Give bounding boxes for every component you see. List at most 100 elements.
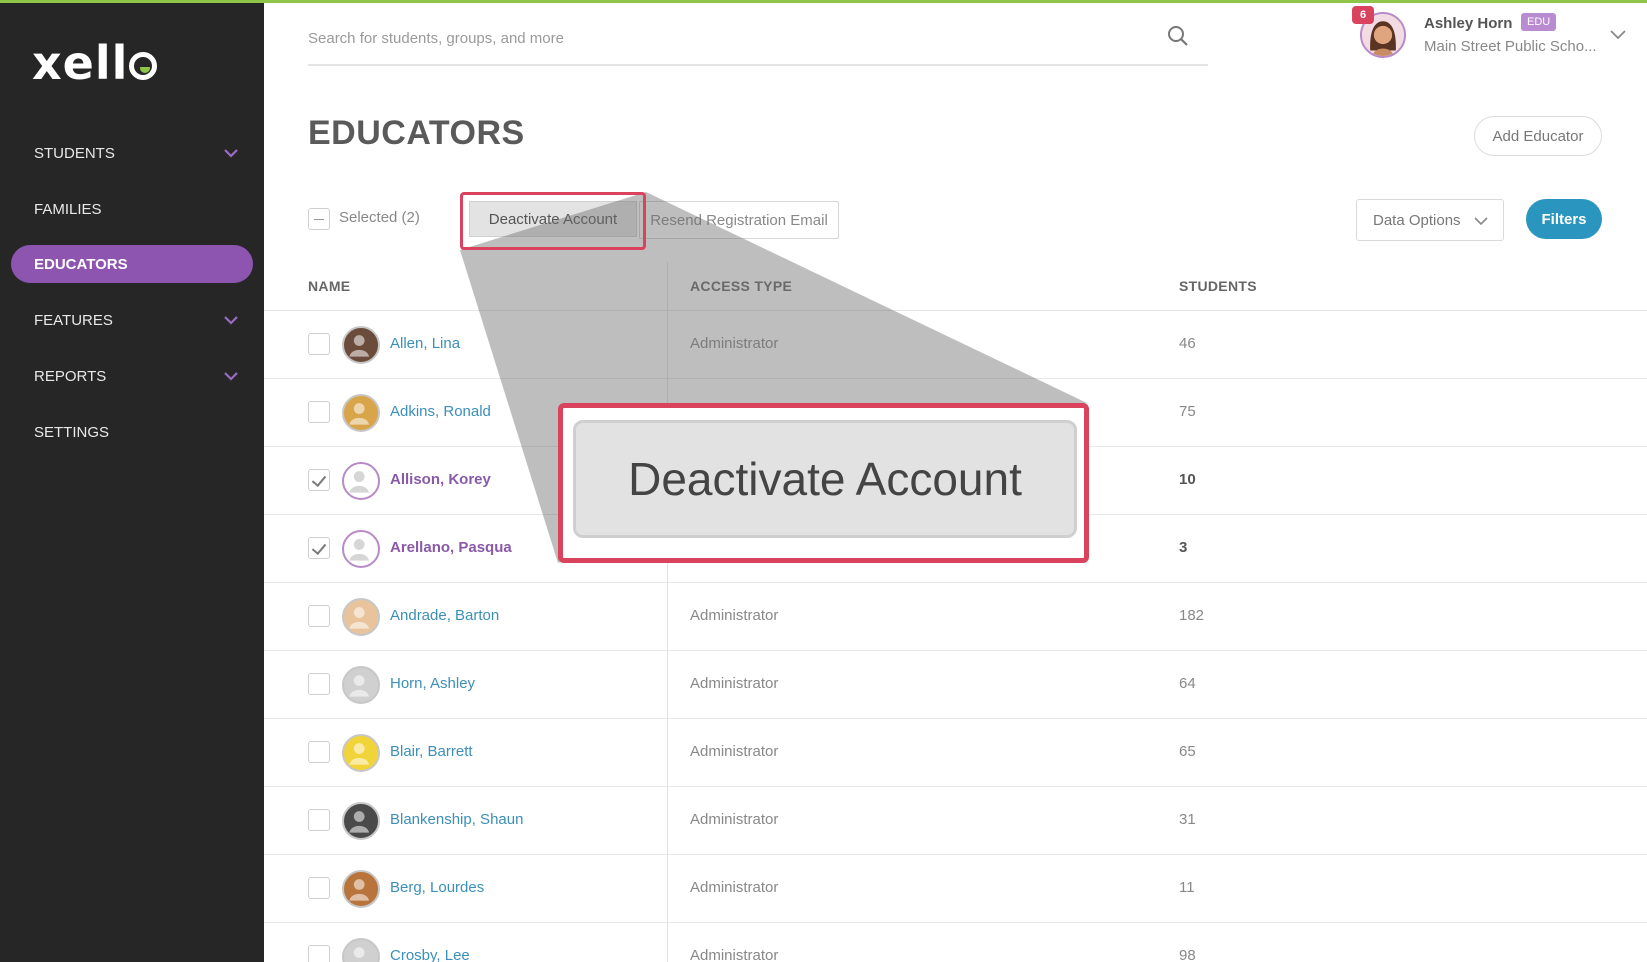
row-checkbox[interactable]: [308, 741, 330, 763]
person-icon: [353, 947, 365, 962]
user-name: Ashley Horn: [1424, 15, 1513, 32]
person-icon: [349, 335, 370, 357]
school-name: Main Street Public Scho...: [1424, 38, 1597, 55]
student-count: 182: [1179, 607, 1205, 624]
student-count: 75: [1179, 403, 1196, 420]
table-row[interactable]: Crosby, Lee Administrator 98: [264, 923, 1647, 962]
page-title: EDUCATORS: [308, 114, 525, 152]
table-row[interactable]: Blankenship, Shaun Administrator 31: [264, 787, 1647, 855]
student-count: 46: [1179, 335, 1196, 352]
access-type: Administrator: [690, 811, 779, 828]
column-header-name[interactable]: NAME: [308, 278, 350, 294]
sidebar-item-label: STUDENTS: [34, 144, 115, 162]
resend-registration-email-button[interactable]: Resend Registration Email: [639, 201, 839, 239]
table-header: NAME ACCESS TYPE STUDENTS: [264, 262, 1647, 311]
sidebar-item-students[interactable]: STUDENTS: [11, 134, 253, 172]
educator-name-link[interactable]: Allen, Lina: [390, 335, 460, 352]
chevron-down-icon[interactable]: [1608, 24, 1628, 44]
educator-name-link[interactable]: Arellano, Pasqua: [390, 539, 512, 556]
select-all-checkbox[interactable]: [308, 208, 330, 230]
filters-button[interactable]: Filters: [1526, 199, 1602, 239]
access-type: Administrator: [690, 947, 779, 962]
row-checkbox[interactable]: [308, 809, 330, 831]
sidebar-item-reports[interactable]: REPORTS: [11, 357, 253, 395]
table-row[interactable]: Allen, Lina Administrator 46: [264, 311, 1647, 379]
sidebar-item-features[interactable]: FEATURES: [11, 301, 253, 339]
access-type: Administrator: [690, 335, 779, 352]
row-checkbox[interactable]: [308, 537, 330, 559]
logo-o-mark: [129, 52, 158, 80]
data-options-dropdown[interactable]: Data Options: [1356, 199, 1504, 241]
user-menu[interactable]: 6 Ashley Horn EDU Main Street Public Sch…: [1352, 6, 1630, 62]
selected-count: Selected (2): [339, 209, 420, 226]
avatar: [342, 802, 380, 840]
row-checkbox[interactable]: [308, 401, 330, 423]
avatar: [342, 734, 380, 772]
avatar: [342, 598, 380, 636]
top-accent-line: [0, 0, 1647, 3]
educator-name-link[interactable]: Allison, Korey: [390, 471, 491, 488]
search-icon[interactable]: [1166, 24, 1190, 48]
educator-name-link[interactable]: Blankenship, Shaun: [390, 811, 523, 828]
avatar: [342, 938, 380, 962]
person-icon: [349, 539, 370, 561]
chevron-down-icon: [1474, 217, 1488, 226]
educator-name-link[interactable]: Blair, Barrett: [390, 743, 473, 760]
xello-logo[interactable]: xell: [32, 36, 158, 90]
avatar: [342, 462, 380, 500]
search-input[interactable]: [308, 24, 1148, 52]
row-checkbox[interactable]: [308, 605, 330, 627]
data-options-label: Data Options: [1373, 211, 1461, 229]
avatar: [342, 870, 380, 908]
row-checkbox[interactable]: [308, 673, 330, 695]
person-icon: [349, 607, 370, 629]
educator-name-link[interactable]: Berg, Lourdes: [390, 879, 484, 896]
person-icon: [349, 879, 370, 901]
sidebar-item-educators[interactable]: EDUCATORS: [11, 245, 253, 283]
chevron-down-icon: [224, 372, 238, 381]
avatar: [342, 666, 380, 704]
row-checkbox[interactable]: [308, 877, 330, 899]
student-count: 64: [1179, 675, 1196, 692]
sidebar-item-label: FEATURES: [34, 311, 113, 329]
column-header-students[interactable]: STUDENTS: [1179, 278, 1257, 294]
student-count: 65: [1179, 743, 1196, 760]
educator-name-link[interactable]: Horn, Ashley: [390, 675, 475, 692]
sidebar-item-families[interactable]: FAMILIES: [11, 190, 253, 228]
sidebar-item-settings[interactable]: SETTINGS: [11, 413, 253, 451]
deactivate-account-button[interactable]: Deactivate Account: [469, 201, 637, 237]
student-count: 3: [1179, 539, 1188, 556]
row-checkbox[interactable]: [308, 469, 330, 491]
row-checkbox[interactable]: [308, 945, 330, 962]
person-icon: [349, 403, 370, 425]
row-checkbox[interactable]: [308, 333, 330, 355]
avatar: [342, 394, 380, 432]
table-row[interactable]: Berg, Lourdes Administrator 11: [264, 855, 1647, 923]
zoomed-deactivate-account-button: Deactivate Account: [573, 420, 1077, 538]
student-count: 10: [1179, 471, 1196, 488]
sidebar-item-label: SETTINGS: [34, 423, 110, 441]
student-count: 11: [1179, 879, 1195, 896]
table-row[interactable]: Blair, Barrett Administrator 65: [264, 719, 1647, 787]
sidebar: xell STUDENTS FAMILIES EDUCATORS FEATURE…: [0, 0, 264, 962]
zoom-callout: Deactivate Account: [558, 403, 1089, 563]
column-header-access-type[interactable]: ACCESS TYPE: [690, 278, 792, 294]
student-count: 98: [1179, 947, 1196, 962]
educator-name-link[interactable]: Andrade, Barton: [390, 607, 499, 624]
sidebar-item-label: EDUCATORS: [34, 255, 128, 273]
person-icon: [349, 471, 370, 493]
educator-name-link[interactable]: Crosby, Lee: [390, 947, 470, 962]
access-type: Administrator: [690, 743, 779, 760]
table-row[interactable]: Horn, Ashley Administrator 64: [264, 651, 1647, 719]
notification-badge[interactable]: 6: [1352, 6, 1374, 24]
sidebar-item-label: REPORTS: [34, 367, 107, 385]
access-type: Administrator: [690, 675, 779, 692]
sidebar-item-label: FAMILIES: [34, 200, 102, 218]
educator-name-link[interactable]: Adkins, Ronald: [390, 403, 491, 420]
search-bar: [308, 20, 1208, 66]
chevron-down-icon: [224, 149, 238, 158]
table-row[interactable]: Andrade, Barton Administrator 182: [264, 583, 1647, 651]
chevron-down-icon: [224, 316, 238, 325]
add-educator-button[interactable]: Add Educator: [1474, 116, 1602, 156]
person-icon: [349, 675, 370, 697]
